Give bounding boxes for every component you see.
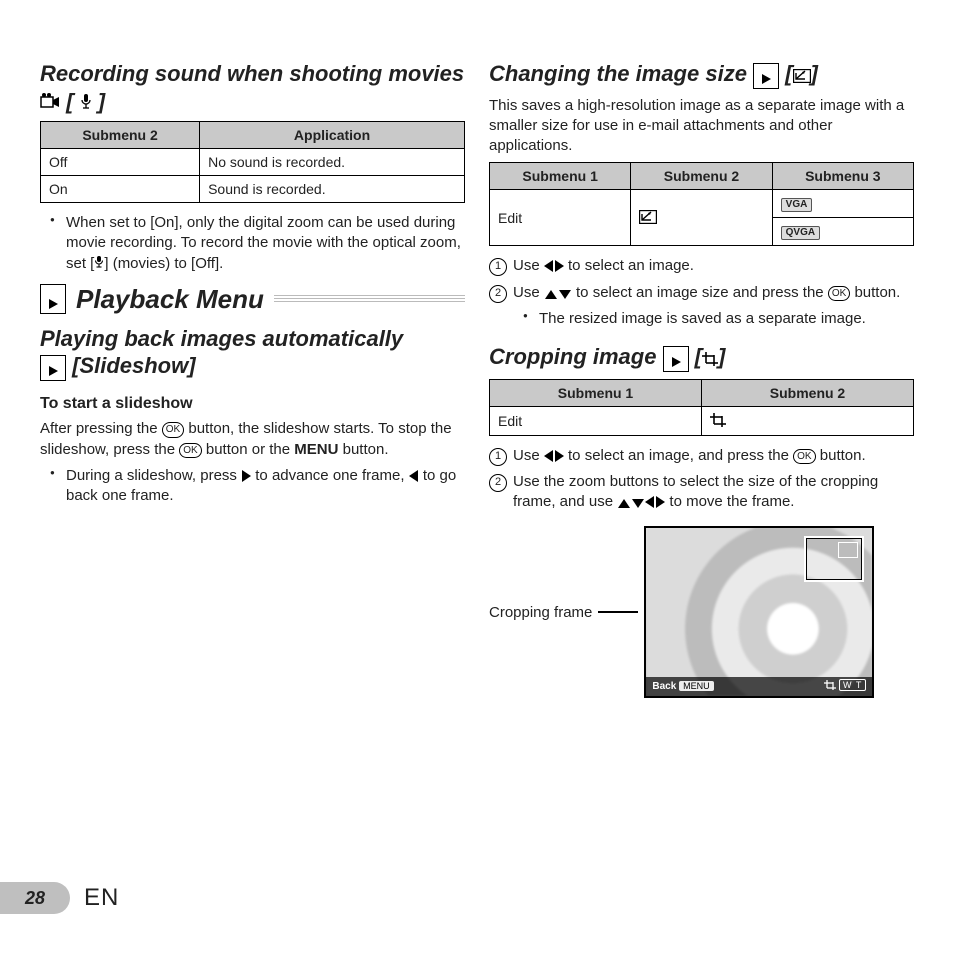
step-item: Use to select an image size and press th…: [489, 283, 914, 330]
screen-status-bar: Back MENU W T: [646, 677, 872, 696]
slideshow-paragraph: After pressing the OK button, the slides…: [40, 419, 465, 460]
left-column: Recording sound when shooting movies [ ]…: [40, 60, 465, 698]
right-arrow-icon: [656, 496, 665, 508]
right-column: Changing the image size [] This saves a …: [489, 60, 914, 698]
crop-icon: [702, 345, 718, 373]
step-item: Use to select an image, and press the OK…: [489, 446, 914, 466]
ok-button-icon: OK: [162, 422, 184, 438]
table-row: Edit VGA: [490, 190, 914, 218]
down-arrow-icon: [632, 499, 644, 508]
heading-recording-sound: Recording sound when shooting movies [ ]: [40, 60, 465, 115]
change-size-intro: This saves a high-resolution image as a …: [489, 96, 914, 157]
vga-badge: VGA: [781, 198, 813, 212]
playback-icon: [40, 284, 66, 314]
left-arrow-icon: [409, 470, 418, 482]
resize-icon: [793, 62, 811, 90]
ok-button-icon: OK: [828, 286, 850, 302]
qvga-badge: QVGA: [781, 226, 820, 240]
change-size-table: Submenu 1 Submenu 2 Submenu 3 Edit VGA Q…: [489, 162, 914, 246]
crop-frame-label: Cropping frame: [489, 604, 592, 621]
left-arrow-icon: [645, 496, 654, 508]
th-submenu2: Submenu 2: [41, 122, 200, 149]
microphone-icon: [94, 255, 104, 272]
menu-label: MENU: [294, 441, 338, 458]
down-arrow-icon: [559, 290, 571, 299]
right-arrow-icon: [242, 470, 251, 482]
subheading-start-slideshow: To start a slideshow: [40, 395, 465, 413]
language-label: EN: [84, 884, 119, 912]
playback-icon: [753, 63, 779, 89]
left-arrow-icon: [544, 260, 553, 272]
menu-badge: MENU: [679, 681, 714, 691]
th-application: Application: [200, 122, 465, 149]
movie-icon: [40, 89, 66, 114]
heading-rule: [274, 295, 465, 303]
table-row: OffNo sound is recorded.: [41, 149, 465, 176]
playback-menu-heading: Playback Menu: [40, 284, 465, 315]
heading-slideshow: Playing back images automatically [Slide…: [40, 325, 465, 382]
leader-line: [598, 611, 638, 613]
step-item: Use to select an image.: [489, 256, 914, 276]
heading-change-size: Changing the image size []: [489, 60, 914, 90]
microphone-icon: [73, 89, 97, 114]
table-row: OnSound is recorded.: [41, 176, 465, 203]
table-row: Edit: [490, 406, 914, 435]
resize-icon: [639, 210, 657, 227]
up-arrow-icon: [618, 499, 630, 508]
crop-icon: [824, 680, 836, 693]
playback-icon: [40, 355, 66, 381]
recording-note: When set to [On], only the digital zoom …: [50, 213, 465, 274]
step-item: Use the zoom buttons to select the size …: [489, 472, 914, 513]
slideshow-note: During a slideshow, press to advance one…: [50, 466, 465, 507]
camera-screen: Back MENU W T: [644, 526, 874, 698]
crop-icon: [710, 413, 726, 430]
crop-frame-box: [804, 536, 864, 582]
page-number: 28: [0, 882, 70, 914]
resize-note: The resized image is saved as a separate…: [523, 309, 914, 329]
ok-button-icon: OK: [793, 449, 815, 465]
up-arrow-icon: [545, 290, 557, 299]
crop-table: Submenu 1Submenu 2 Edit: [489, 379, 914, 436]
right-arrow-icon: [555, 450, 564, 462]
page-footer: 28 EN: [0, 882, 954, 914]
recording-sound-table: Submenu 2Application OffNo sound is reco…: [40, 121, 465, 203]
crop-frame-figure: Cropping frame Back MENU W T: [489, 526, 914, 698]
zoom-wt-badge: W T: [839, 679, 866, 691]
back-label: Back: [652, 681, 676, 692]
right-arrow-icon: [555, 260, 564, 272]
ok-button-icon: OK: [179, 443, 201, 459]
playback-icon: [663, 346, 689, 372]
heading-crop: Cropping image []: [489, 343, 914, 373]
left-arrow-icon: [544, 450, 553, 462]
